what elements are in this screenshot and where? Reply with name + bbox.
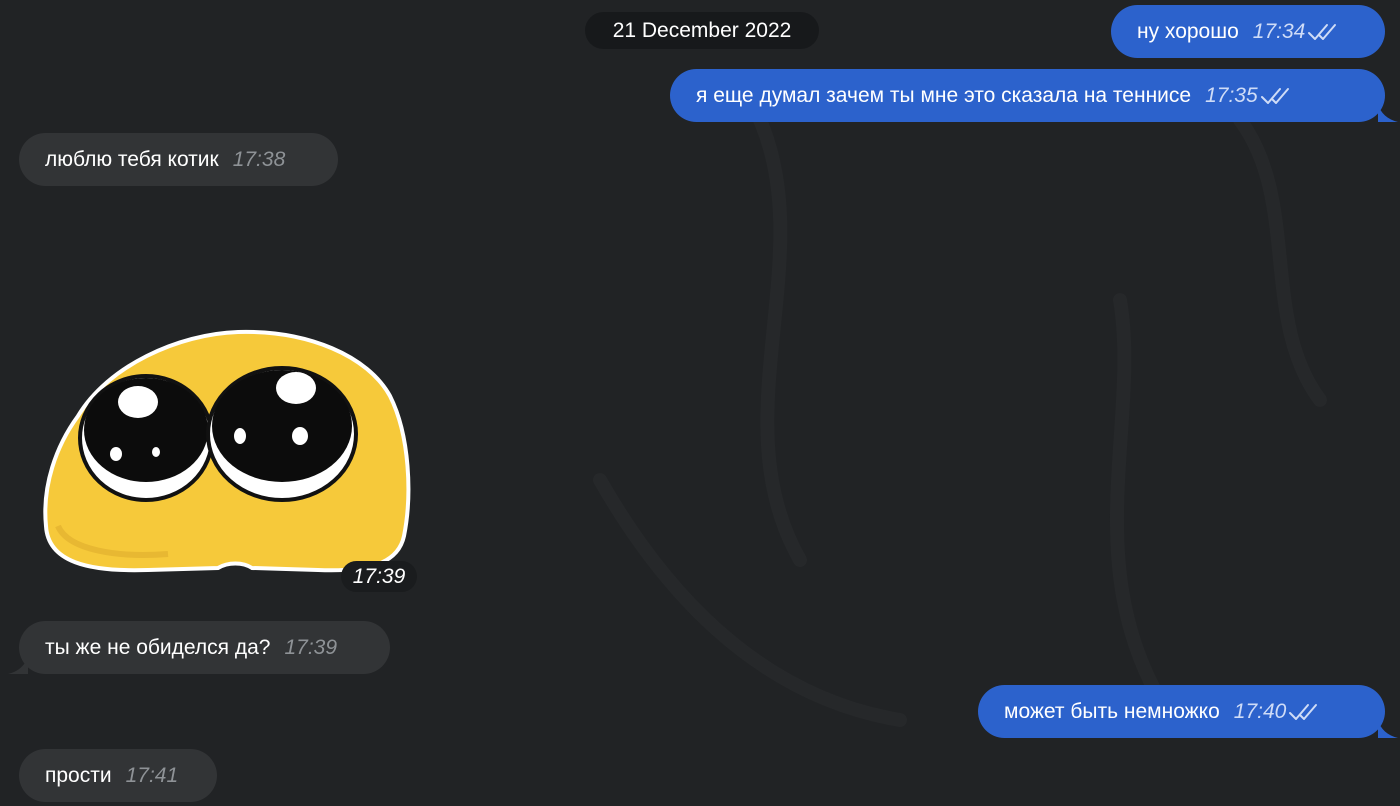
message-time: 17:34 bbox=[1252, 19, 1306, 43]
bubble-tail bbox=[8, 656, 28, 674]
double-check-icon bbox=[1308, 23, 1337, 40]
message-time: 17:39 bbox=[284, 635, 338, 659]
message-text: ну хорошо bbox=[1137, 19, 1239, 43]
message-text: люблю тебя котик bbox=[45, 147, 219, 171]
message-bubble-outgoing[interactable]: ну хорошо 17:34 bbox=[1111, 5, 1385, 58]
message-bubble-incoming[interactable]: ты же не обиделся да? 17:39 bbox=[19, 621, 390, 674]
message-time: 17:41 bbox=[125, 763, 179, 787]
message-time: 17:40 bbox=[1233, 699, 1287, 723]
message-text: я еще думал зачем ты мне это сказала на … bbox=[696, 83, 1192, 107]
message-text: ты же не обиделся да? bbox=[45, 635, 271, 659]
message-bubble-incoming[interactable]: прости 17:41 bbox=[19, 749, 217, 802]
message-time: 17:35 bbox=[1205, 83, 1258, 107]
message-text: может быть немножко bbox=[1004, 699, 1220, 723]
message-bubble-outgoing[interactable]: может быть немножко 17:40 bbox=[978, 685, 1385, 738]
message-time: 17:38 bbox=[232, 147, 286, 171]
message-bubble-incoming[interactable]: люблю тебя котик 17:38 bbox=[19, 133, 338, 186]
double-check-icon bbox=[1289, 703, 1318, 720]
double-check-icon bbox=[1260, 87, 1289, 104]
date-separator: 21 December 2022 bbox=[585, 12, 819, 49]
crying-emoji-sticker[interactable] bbox=[38, 326, 412, 578]
bubble-tail bbox=[1378, 104, 1398, 122]
sticker-time: 17:39 bbox=[341, 561, 417, 592]
bubble-tail bbox=[1378, 720, 1398, 738]
message-text: прости bbox=[45, 763, 112, 787]
message-bubble-outgoing[interactable]: я еще думал зачем ты мне это сказала на … bbox=[670, 69, 1385, 122]
